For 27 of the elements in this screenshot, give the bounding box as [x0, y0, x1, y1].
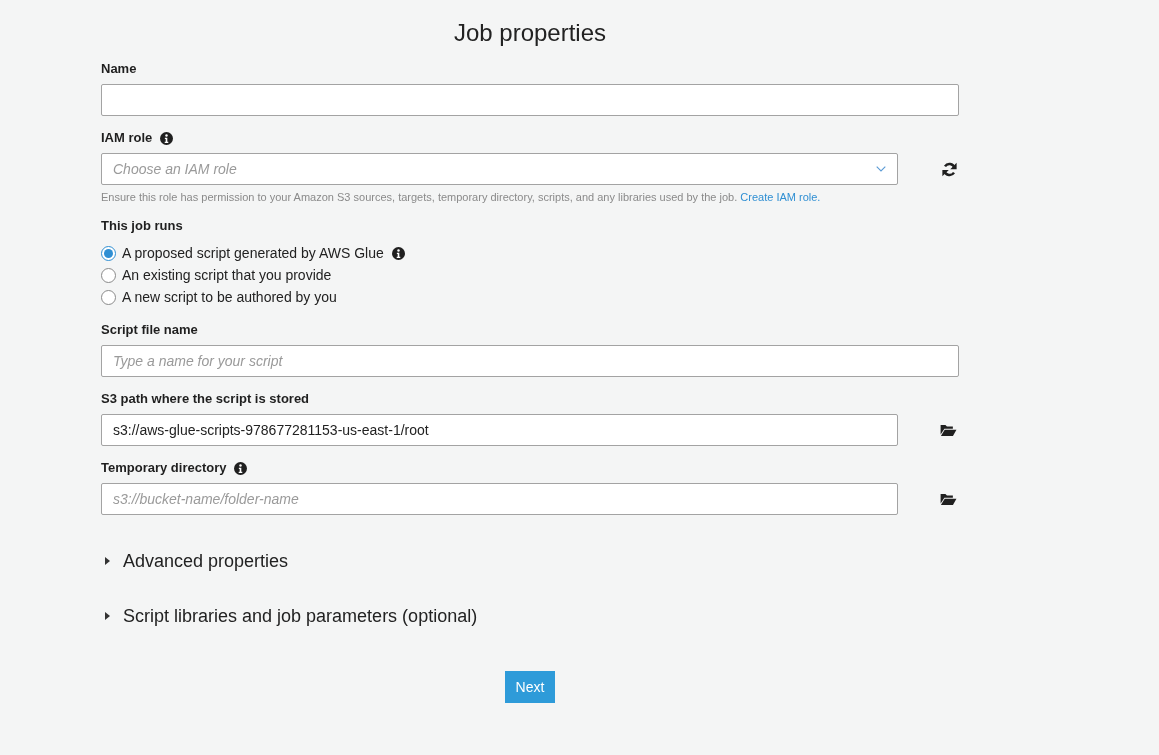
- text-field[interactable]: Type a name for your script: [101, 345, 959, 377]
- section-toggle[interactable]: Advanced properties: [101, 550, 289, 572]
- help-text: Ensure this role has permission to your Amazon S3 sources, targets, temporary directory, scripts, and any libraries used by the job. Create IAM role.: [101, 190, 822, 204]
- folder-icon[interactable]: [940, 492, 957, 506]
- text-field[interactable]: s3://bucket-name/folder-name: [101, 483, 898, 515]
- field-label: IAM role: [101, 130, 153, 146]
- radio-label[interactable]: A proposed script generated by AWS Glue: [122, 245, 384, 261]
- radio-button[interactable]: [101, 245, 116, 261]
- text-field[interactable]: s3://aws-glue-scripts-978677281153-us-east-1/root: [101, 414, 898, 446]
- field-label: Name: [101, 61, 137, 77]
- radio-label[interactable]: A new script to be authored by you: [122, 289, 337, 305]
- section-toggle[interactable]: Script libraries and job parameters (optional): [101, 605, 478, 627]
- page-title: Job properties: [452, 19, 608, 47]
- radio-button[interactable]: [101, 289, 116, 305]
- chevron-down-icon: [876, 166, 886, 172]
- field-label: Temporary directory: [101, 460, 227, 476]
- field-label: This job runs: [101, 218, 183, 234]
- field-label: Script file name: [101, 322, 198, 338]
- refresh-icon[interactable]: [942, 161, 957, 177]
- radio-button[interactable]: [101, 267, 116, 283]
- radio-label[interactable]: An existing script that you provide: [122, 267, 332, 283]
- info-icon[interactable]: [234, 461, 248, 475]
- info-icon[interactable]: [160, 131, 174, 145]
- info-icon[interactable]: [391, 246, 405, 260]
- text-field[interactable]: [101, 84, 959, 116]
- folder-icon[interactable]: [940, 423, 957, 437]
- field-label: S3 path where the script is stored: [101, 391, 310, 407]
